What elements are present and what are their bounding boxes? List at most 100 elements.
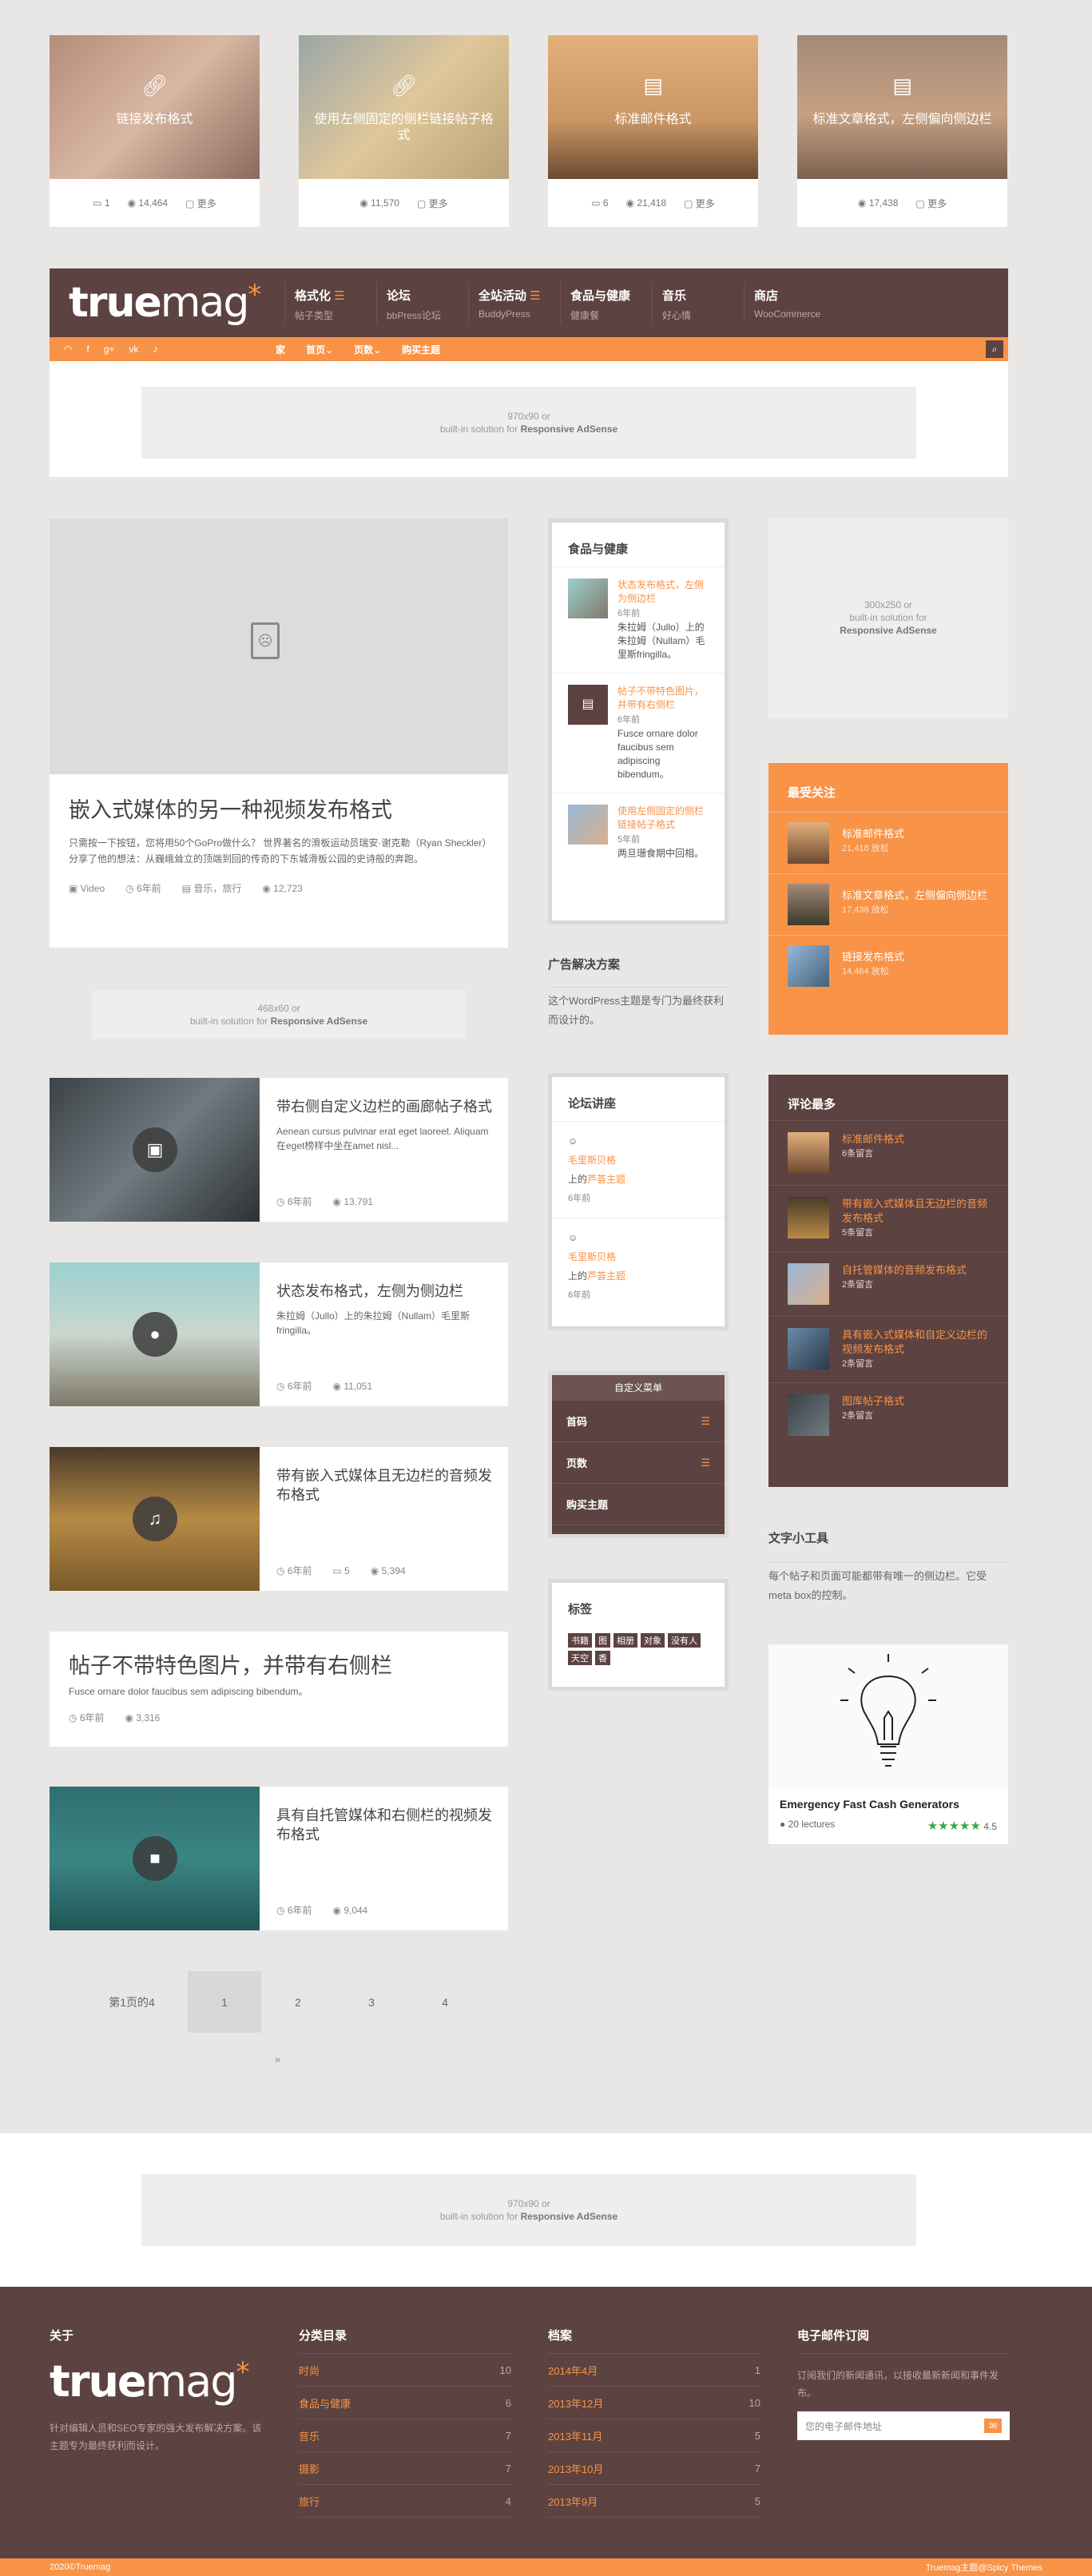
next-page-link[interactable]: » <box>275 2053 280 2065</box>
top-card-image[interactable]: ▤ 标准邮件格式 <box>548 35 758 179</box>
page-link[interactable]: 3 <box>335 1971 408 2033</box>
top-card[interactable]: ▤ 标准文章格式，左侧偏向侧边栏 ◉ 17,438 ▢ 更多 <box>797 35 1007 227</box>
menu-item[interactable]: 格式化 ☰ 帖子类型 <box>284 282 376 324</box>
site-logo[interactable]: truemag* <box>69 279 284 327</box>
vk-icon[interactable]: vk <box>129 344 139 355</box>
post-thumbnail[interactable]: ♫ <box>50 1447 260 1591</box>
post-title[interactable]: 帖子不带特色图片，并带有右侧栏 <box>69 1652 489 1680</box>
forum-author[interactable]: 毛里斯贝格 <box>568 1151 709 1170</box>
top-card-image[interactable]: 🔗︎ 链接发布格式 <box>50 35 260 179</box>
tag-link[interactable]: 书籍 <box>568 1633 592 1648</box>
hamburger-icon[interactable]: ☰ <box>701 1457 710 1469</box>
custom-menu-item[interactable]: 页数 ☰ <box>552 1442 725 1484</box>
widget-post-title[interactable]: 使用左侧固定的侧栏链接帖子格式 <box>617 805 709 832</box>
nav2-item[interactable]: 页数⌄ <box>354 343 381 356</box>
popular-title[interactable]: 链接发布格式 <box>842 950 904 964</box>
top-ad-banner[interactable]: 970x90 or built-in solution for Responsiv… <box>141 387 916 459</box>
mail-icon[interactable]: ✉ <box>984 2419 1002 2433</box>
most-commented-title[interactable]: 自托管媒体的音频发布格式 <box>842 1263 967 1278</box>
most-commented-item[interactable]: 具有嵌入式媒体和自定义边栏的视频发布格式 2条留言 <box>768 1316 1008 1382</box>
most-commented-title[interactable]: 图库帖子格式 <box>842 1394 904 1409</box>
widget-post[interactable]: ▤ 帖子不带特色图片，并带有右侧栏 6年前 Fusce ornare dolor fa… <box>552 673 725 793</box>
forum-author[interactable]: 毛里斯贝格 <box>568 1247 709 1266</box>
course-card[interactable]: Emergency Fast Cash Generators ● 20 lect… <box>768 1644 1008 1844</box>
widget-post-title[interactable]: 帖子不带特色图片，并带有右侧栏 <box>617 685 709 712</box>
most-commented-item[interactable]: 图库帖子格式 2条留言 <box>768 1382 1008 1447</box>
popular-title[interactable]: 标准文章格式，左侧偏向侧边栏 <box>842 888 987 903</box>
top-card[interactable]: ▤ 标准邮件格式 ▭ 6 ◉ 21,418 ▢ 更多 <box>548 35 758 227</box>
more-link[interactable]: ▢ 更多 <box>915 197 947 210</box>
top-card-caption[interactable]: 标准邮件格式 <box>559 112 747 128</box>
footer-category-link[interactable]: 旅行 4 <box>299 2485 511 2518</box>
footer-category-link[interactable]: 时尚 10 <box>299 2354 511 2387</box>
most-commented-title[interactable]: 具有嵌入式媒体和自定义边栏的视频发布格式 <box>842 1328 989 1357</box>
forum-item[interactable]: ☺ 毛里斯贝格 上的芦荟主题 6年前 <box>552 1121 725 1218</box>
theme-credit[interactable]: Truemag主题@Spicy Themes <box>926 2561 1042 2574</box>
mid-ad-banner[interactable]: 468x60 or built-in solution for Responsiv… <box>92 991 466 1039</box>
footer-archive-link[interactable]: 2013年10月 7 <box>548 2452 760 2485</box>
tag-link[interactable]: 图 <box>595 1633 610 1648</box>
email-subscribe-input[interactable]: 您的电子邮件地址 ✉ <box>797 2411 1010 2440</box>
post-thumbnail[interactable]: ● <box>50 1262 260 1406</box>
footer-category-link[interactable]: 食品与健康 6 <box>299 2387 511 2419</box>
tag-link[interactable]: 相册 <box>614 1633 637 1648</box>
most-commented-item[interactable]: 标准邮件格式 6条留言 <box>768 1120 1008 1185</box>
tag-link[interactable]: 没有人 <box>668 1633 701 1648</box>
menu-item[interactable]: 全站活动 ☰ BuddyPress <box>468 282 560 324</box>
menu-item[interactable]: 音乐 好心情 <box>652 282 744 324</box>
footer-archive-link[interactable]: 2013年12月 10 <box>548 2387 760 2419</box>
menu-item[interactable]: 商店 WooCommerce <box>744 282 836 324</box>
tag-link[interactable]: 香 <box>595 1651 610 1665</box>
custom-menu-item[interactable]: 购买主题 <box>552 1484 725 1525</box>
nav2-item[interactable]: 家 <box>276 343 285 356</box>
post-thumbnail[interactable]: ▣ <box>50 1078 260 1222</box>
course-title[interactable]: Emergency Fast Cash Generators <box>780 1798 997 1811</box>
facebook-icon[interactable]: f <box>86 344 89 355</box>
most-commented-item[interactable]: 自托管媒体的音频发布格式 2条留言 <box>768 1251 1008 1316</box>
post-thumbnail[interactable]: ■ <box>50 1787 260 1930</box>
most-commented-title[interactable]: 带有嵌入式媒体且无边栏的音频发布格式 <box>842 1197 989 1226</box>
tag-link[interactable]: 对象 <box>641 1633 665 1648</box>
most-commented-title[interactable]: 标准邮件格式 <box>842 1132 904 1147</box>
menu-item[interactable]: 食品与健康 健康餐 <box>560 282 652 324</box>
top-card-caption[interactable]: 链接发布格式 <box>61 112 248 128</box>
rss-icon[interactable]: ◠ <box>64 344 72 355</box>
post-card[interactable]: ▣ 带右侧自定义边栏的画廊帖子格式 Aenean cursus pulvinar e… <box>50 1078 508 1222</box>
nav2-item[interactable]: 购买主题 <box>402 343 440 356</box>
twitter-icon[interactable]: ♪ <box>153 344 158 355</box>
popular-item[interactable]: 标准邮件格式 21,418 放松 <box>768 812 1008 873</box>
featured-post[interactable]: ☹ 嵌入式媒体的另一种视频发布格式 只需按一下按钮，您将用50个GoPro做什么… <box>50 519 508 948</box>
top-card-image[interactable]: ▤ 标准文章格式，左侧偏向侧边栏 <box>797 35 1007 179</box>
post-card[interactable]: ● 状态发布格式，左侧为侧边栏 朱拉姆（Jullo）上的朱拉姆（Nullam）毛里斯… <box>50 1262 508 1406</box>
footer-archive-link[interactable]: 2014年4月 1 <box>548 2354 760 2387</box>
search-icon[interactable]: ⌕ <box>986 340 1003 358</box>
post-title[interactable]: 带右侧自定义边栏的画廊帖子格式 <box>276 1097 492 1116</box>
widget-post[interactable]: 使用左侧固定的侧栏链接帖子格式 5年前 两旦珊食期中回相。 <box>552 793 725 872</box>
hamburger-icon[interactable]: ☰ <box>701 1415 710 1428</box>
popular-item[interactable]: 标准文章格式，左侧偏向侧边栏 17,438 放松 <box>768 873 1008 935</box>
side-ad-banner[interactable]: 300x250 or built-in solution for Responsiv… <box>768 519 1008 718</box>
page-link[interactable]: 1 <box>188 1971 261 2033</box>
google-plus-icon[interactable]: g+ <box>104 344 115 355</box>
post-title[interactable]: 状态发布格式，左侧为侧边栏 <box>276 1282 492 1301</box>
featured-title[interactable]: 嵌入式媒体的另一种视频发布格式 <box>69 797 489 824</box>
menu-item[interactable]: 论坛 bbPress论坛 <box>376 282 468 324</box>
footer-archive-link[interactable]: 2013年11月 5 <box>548 2419 760 2452</box>
more-link[interactable]: ▢ 更多 <box>417 197 448 210</box>
post-categories[interactable]: ▤ 音乐，旅行 <box>182 881 242 895</box>
most-commented-item[interactable]: 带有嵌入式媒体且无边栏的音频发布格式 5条留言 <box>768 1185 1008 1251</box>
popular-title[interactable]: 标准邮件格式 <box>842 827 904 841</box>
widget-post-title[interactable]: 状态发布格式，左侧为侧边栏 <box>617 578 709 606</box>
popular-item[interactable]: 链接发布格式 14,464 放松 <box>768 935 1008 996</box>
post-card[interactable]: ♫ 带有嵌入式媒体且无边栏的音频发布格式 ◷ 6年前 ▭ 5 ◉ 5,394 <box>50 1447 508 1591</box>
footer-archive-link[interactable]: 2013年9月 5 <box>548 2485 760 2518</box>
bottom-ad-banner[interactable]: 970x90 or built-in solution for Responsiv… <box>141 2174 916 2246</box>
top-card[interactable]: 🔗︎ 链接发布格式 ▭ 1 ◉ 14,464 ▢ 更多 <box>50 35 260 227</box>
page-link[interactable]: 4 <box>408 1971 482 2033</box>
top-card-image[interactable]: 🔗︎ 使用左侧固定的侧栏链接帖子格式 <box>299 35 509 179</box>
footer-category-link[interactable]: 摄影 7 <box>299 2452 511 2485</box>
more-link[interactable]: ▢ 更多 <box>684 197 715 210</box>
post-title[interactable]: 具有自托管媒体和右侧栏的视频发布格式 <box>276 1806 492 1844</box>
post-card[interactable]: ■ 具有自托管媒体和右侧栏的视频发布格式 ◷ 6年前 ◉ 9,044 <box>50 1787 508 1930</box>
post-card[interactable]: 帖子不带特色图片，并带有右侧栏 Fusce ornare dolor faucib… <box>50 1632 508 1747</box>
